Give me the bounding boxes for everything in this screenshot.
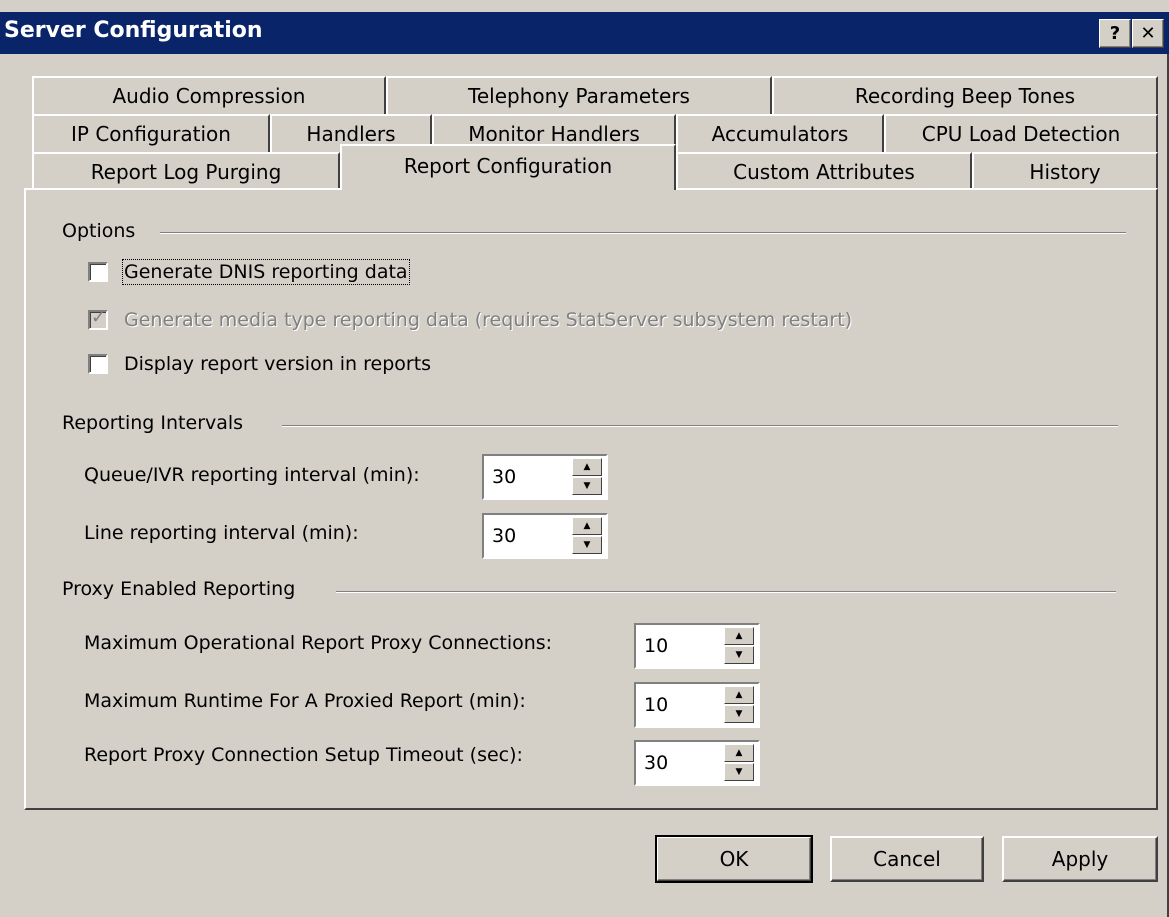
line-interval-value[interactable]: 30 [492, 525, 516, 547]
tab-history[interactable]: History [972, 152, 1158, 190]
tab-ip-configuration[interactable]: IP Configuration [32, 114, 270, 152]
close-button[interactable]: ✕ [1132, 19, 1164, 48]
spin-down-icon[interactable]: ▼ [724, 646, 754, 664]
proxy-divider [336, 591, 1116, 593]
reporting-intervals-group-label: Reporting Intervals [62, 412, 258, 434]
tab-cpu-load-detection[interactable]: CPU Load Detection [884, 114, 1158, 152]
line-interval-spinner[interactable]: 30 ▲ ▼ [482, 513, 608, 559]
max-runtime-value[interactable]: 10 [644, 694, 668, 716]
spin-up-icon[interactable]: ▲ [724, 627, 754, 645]
spin-up-icon[interactable]: ▲ [572, 458, 602, 476]
window-title: Server Configuration [4, 18, 263, 43]
generate-media-checkbox: ✓ [88, 307, 108, 330]
ok-button[interactable]: OK [655, 835, 813, 883]
spin-down-icon[interactable]: ▼ [724, 705, 754, 723]
queue-interval-label: Queue/IVR reporting interval (min): [84, 464, 420, 486]
display-version-label[interactable]: Display report version in reports [124, 353, 431, 375]
max-runtime-spinner[interactable]: 10 ▲ ▼ [634, 682, 760, 728]
spin-up-icon[interactable]: ▲ [572, 517, 602, 535]
tab-telephony-parameters[interactable]: Telephony Parameters [386, 76, 772, 114]
help-button[interactable]: ? [1099, 19, 1131, 48]
reporting-intervals-divider [282, 425, 1118, 427]
apply-button[interactable]: Apply [1002, 836, 1158, 882]
tab-report-log-purging[interactable]: Report Log Purging [32, 152, 340, 190]
cancel-button[interactable]: Cancel [830, 836, 984, 882]
spin-up-icon[interactable]: ▲ [724, 686, 754, 704]
max-runtime-label: Maximum Runtime For A Proxied Report (mi… [84, 690, 526, 712]
generate-dnis-checkbox[interactable] [88, 262, 108, 282]
queue-interval-value[interactable]: 30 [492, 466, 516, 488]
options-group-label: Options [62, 220, 150, 242]
timeout-label: Report Proxy Connection Setup Timeout (s… [84, 744, 523, 766]
max-conn-label: Maximum Operational Report Proxy Connect… [84, 632, 553, 654]
spinner-buttons: ▲ ▼ [724, 744, 754, 782]
close-icon: ✕ [1140, 23, 1156, 44]
options-divider [160, 232, 1126, 234]
spin-down-icon[interactable]: ▼ [572, 536, 602, 554]
queue-interval-spinner[interactable]: 30 ▲ ▼ [482, 454, 608, 500]
generate-media-label: Generate media type reporting data (requ… [124, 309, 853, 331]
tab-audio-compression[interactable]: Audio Compression [32, 76, 386, 114]
line-interval-label: Line reporting interval (min): [84, 522, 359, 544]
spinner-buttons: ▲ ▼ [572, 458, 602, 496]
proxy-group-label: Proxy Enabled Reporting [62, 578, 310, 600]
spin-up-icon[interactable]: ▲ [724, 744, 754, 762]
display-version-checkbox[interactable] [88, 354, 108, 374]
spin-down-icon[interactable]: ▼ [572, 477, 602, 495]
spinner-buttons: ▲ ▼ [724, 686, 754, 724]
title-bar: Server Configuration ? ✕ [0, 12, 1169, 54]
generate-dnis-label[interactable]: Generate DNIS reporting data [122, 259, 410, 285]
check-icon: ✓ [91, 307, 107, 328]
tab-report-configuration[interactable]: Report Configuration [340, 144, 676, 190]
timeout-value[interactable]: 30 [644, 752, 668, 774]
tab-recording-beep-tones[interactable]: Recording Beep Tones [772, 76, 1158, 114]
max-conn-value[interactable]: 10 [644, 635, 668, 657]
spinner-buttons: ▲ ▼ [724, 627, 754, 665]
timeout-spinner[interactable]: 30 ▲ ▼ [634, 740, 760, 786]
max-conn-spinner[interactable]: 10 ▲ ▼ [634, 623, 760, 669]
spinner-buttons: ▲ ▼ [572, 517, 602, 555]
tab-accumulators[interactable]: Accumulators [676, 114, 884, 152]
spin-down-icon[interactable]: ▼ [724, 763, 754, 781]
tab-custom-attributes[interactable]: Custom Attributes [676, 152, 972, 190]
